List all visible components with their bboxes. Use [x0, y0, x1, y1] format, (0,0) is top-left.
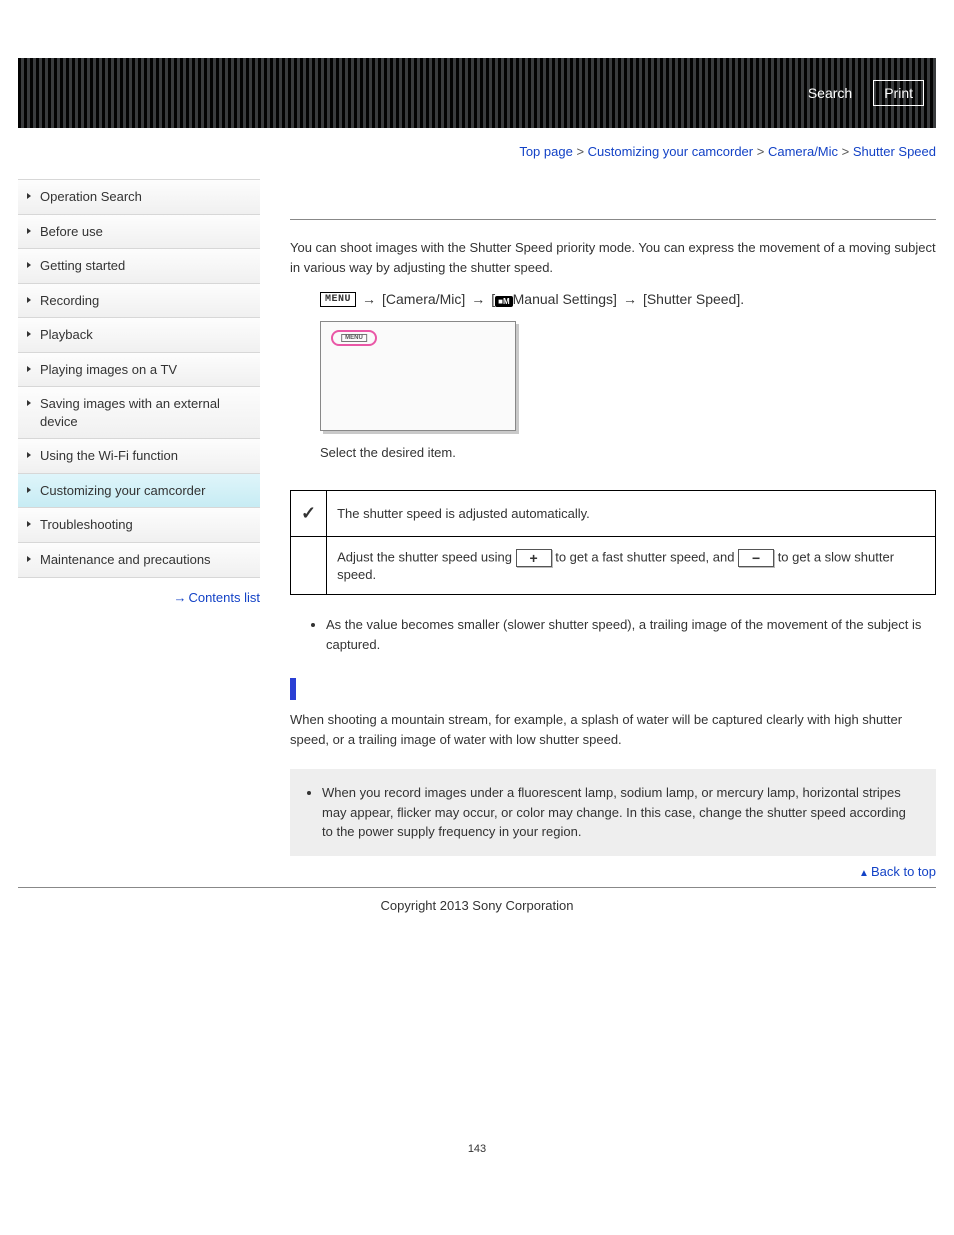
- nav-operation-search[interactable]: Operation Search: [18, 180, 260, 215]
- minus-button-icon: −: [738, 549, 774, 567]
- contents-list-link[interactable]: →Contents list: [18, 590, 260, 605]
- menu-path: MENU → [Camera/Mic] → [■MManual Settings…: [320, 291, 936, 307]
- notes-box: When you record images under a fluoresce…: [290, 769, 936, 856]
- hint-marker-icon: [290, 678, 296, 700]
- section-divider: [290, 219, 936, 220]
- breadcrumb-top[interactable]: Top page: [519, 144, 573, 159]
- select-caption: Select the desired item.: [320, 445, 936, 460]
- menu-highlight: [331, 330, 377, 346]
- manual-settings-icon: ■M: [495, 296, 513, 307]
- nav-troubleshooting[interactable]: Troubleshooting: [18, 508, 260, 543]
- note-fluorescent: When you record images under a fluoresce…: [322, 783, 920, 842]
- nav-before-use[interactable]: Before use: [18, 215, 260, 250]
- search-button[interactable]: Search: [797, 80, 863, 106]
- arrow-right-icon: →: [471, 291, 485, 307]
- breadcrumb-shutter-speed[interactable]: Shutter Speed: [853, 144, 936, 159]
- breadcrumb-sep: >: [842, 144, 850, 159]
- print-button[interactable]: Print: [873, 80, 924, 106]
- nav-getting-started[interactable]: Getting started: [18, 249, 260, 284]
- breadcrumb-customizing[interactable]: Customizing your camcorder: [588, 144, 753, 159]
- menu-button-icon: MENU: [320, 292, 356, 307]
- hint-body: When shooting a mountain stream, for exa…: [290, 710, 936, 749]
- nav-customizing[interactable]: Customizing your camcorder: [18, 474, 260, 509]
- main-content: You can shoot images with the Shutter Sp…: [290, 179, 936, 883]
- back-to-top-link[interactable]: ▲Back to top: [290, 864, 936, 879]
- breadcrumb-camera-mic[interactable]: Camera/Mic: [768, 144, 838, 159]
- bullet-trailing-image: As the value becomes smaller (slower shu…: [326, 615, 936, 654]
- nav-recording[interactable]: Recording: [18, 284, 260, 319]
- page-number: 143: [18, 1143, 936, 1155]
- plus-button-icon: +: [516, 549, 552, 567]
- nav-saving-external[interactable]: Saving images with an external device: [18, 387, 260, 439]
- nav-playing-tv[interactable]: Playing images on a TV: [18, 353, 260, 388]
- nav-list: Operation Search Before use Getting star…: [18, 179, 260, 578]
- arrow-right-icon: →: [362, 291, 376, 307]
- lcd-screenshot: [320, 321, 516, 431]
- copyright-text: Copyright 2013 Sony Corporation: [18, 898, 936, 913]
- nav-playback[interactable]: Playback: [18, 318, 260, 353]
- check-icon: ✓: [291, 491, 327, 537]
- breadcrumb: Top page > Customizing your camcorder > …: [18, 144, 936, 159]
- path-manual-settings: [■MManual Settings]: [491, 291, 617, 307]
- table-row: Adjust the shutter speed using + to get …: [291, 537, 936, 595]
- footer-divider: [18, 887, 936, 888]
- arrow-right-icon: →: [173, 590, 186, 605]
- arrow-right-icon: →: [623, 291, 637, 307]
- breadcrumb-sep: >: [576, 144, 584, 159]
- intro-text: You can shoot images with the Shutter Sp…: [290, 238, 936, 277]
- nav-maintenance[interactable]: Maintenance and precautions: [18, 543, 260, 578]
- path-shutter-speed: [Shutter Speed].: [643, 291, 744, 307]
- auto-description: The shutter speed is adjusted automatica…: [327, 491, 936, 537]
- table-row: ✓ The shutter speed is adjusted automati…: [291, 491, 936, 537]
- options-table: ✓ The shutter speed is adjusted automati…: [290, 490, 936, 595]
- manual-cell: [291, 537, 327, 595]
- manual-description: Adjust the shutter speed using + to get …: [327, 537, 936, 595]
- bullet-list: As the value becomes smaller (slower shu…: [290, 615, 936, 654]
- breadcrumb-sep: >: [757, 144, 765, 159]
- sidebar: Operation Search Before use Getting star…: [18, 179, 260, 883]
- header-bar: Search Print: [18, 58, 936, 128]
- nav-wifi[interactable]: Using the Wi-Fi function: [18, 439, 260, 474]
- triangle-up-icon: ▲: [859, 868, 869, 879]
- path-camera-mic: [Camera/Mic]: [382, 291, 465, 307]
